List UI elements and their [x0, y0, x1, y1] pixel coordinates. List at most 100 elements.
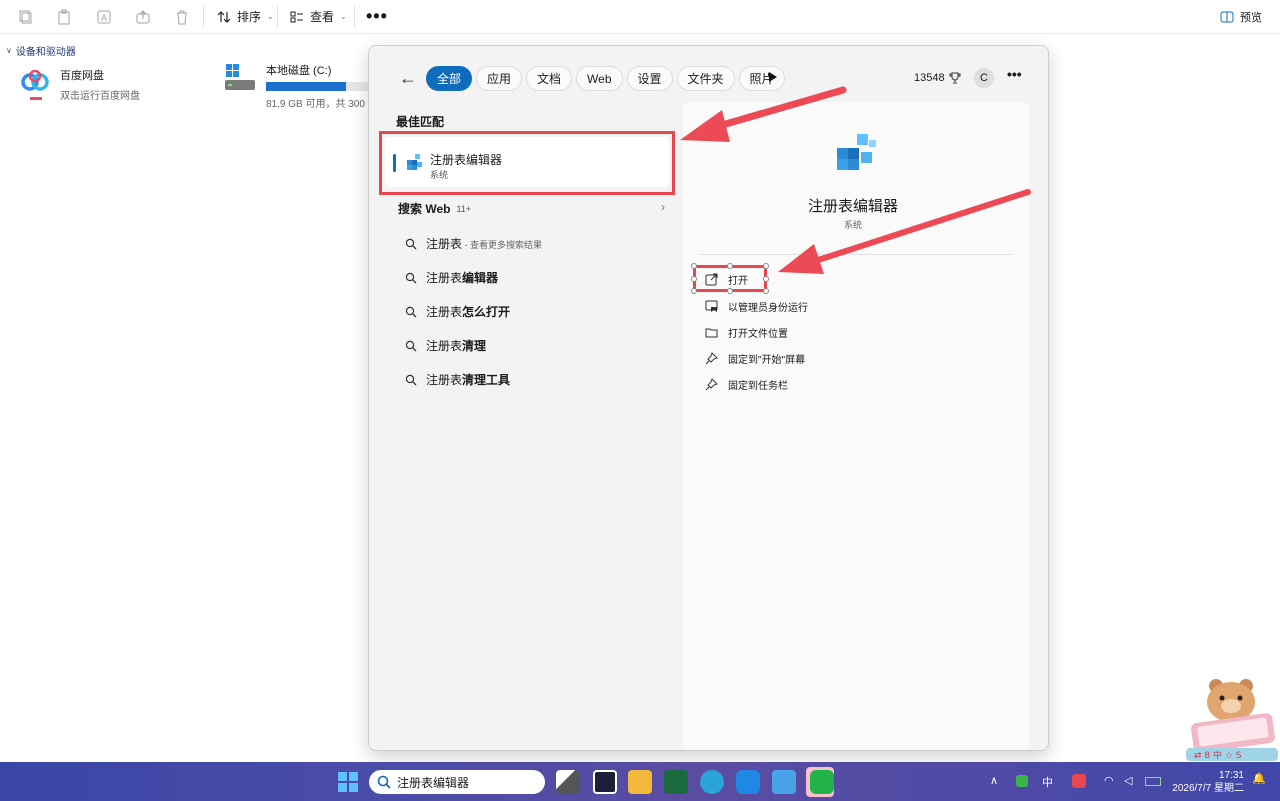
edge-browser-icon[interactable] [700, 770, 724, 794]
view-button[interactable]: 查看 ⌄ [290, 8, 347, 25]
windows-start-button[interactable] [338, 772, 358, 792]
web-suggestion[interactable]: 注册表清理工具 [405, 371, 510, 388]
web-suggestion[interactable]: 注册表怎么打开 [405, 303, 510, 320]
store-app-icon[interactable] [664, 770, 688, 794]
sort-icon [217, 10, 231, 23]
tab-folders[interactable]: 文件夹 [676, 66, 735, 91]
file-explorer-icon[interactable] [628, 770, 652, 794]
svg-text:⇄ 8 中 ☆ S: ⇄ 8 中 ☆ S [1194, 749, 1242, 761]
sogou-ime-icon[interactable] [1072, 774, 1086, 788]
tab-documents[interactable]: 文档 [526, 66, 573, 91]
wechat-icon[interactable] [810, 770, 834, 794]
highlight-box [379, 131, 675, 195]
selection-handle [727, 288, 733, 294]
taskbar: 注册表编辑器 ∧ 中 ◠ ◁ 17:31 2026/7/7 星期二 🔔 [0, 762, 1280, 801]
paste-icon[interactable] [56, 9, 72, 25]
action-label: 固定到任务栏 [728, 381, 788, 392]
action-run-as-admin[interactable]: 以管理员身份运行 [705, 299, 808, 314]
action-pin-to-start[interactable]: 固定到"开始"屏幕 [705, 351, 805, 366]
suggestion-bold: 清理 [462, 339, 487, 353]
suggestion-hint: - 查看更多搜索结果 [462, 240, 543, 250]
result-detail-pane: 注册表编辑器 系统 打开 以管理员身份运行 打开文件位置 固定到"开始"屏幕 固… [683, 102, 1029, 750]
tab-photos[interactable]: 照片 [738, 66, 785, 91]
tray-app-icon[interactable] [1016, 775, 1028, 787]
selection-handle [763, 288, 769, 294]
account-avatar[interactable]: C [974, 68, 994, 88]
points-value: 13548 [914, 72, 945, 84]
suggestion-text: 注册表 [426, 237, 463, 251]
search-icon [405, 374, 417, 385]
tab-all[interactable]: 全部 [426, 66, 473, 91]
back-arrow-icon[interactable]: ← [399, 68, 417, 89]
action-open-file-location[interactable]: 打开文件位置 [705, 325, 788, 340]
devices-group-header[interactable]: ∨ 设备和驱动器 [6, 43, 76, 58]
action-label: 以管理员身份运行 [728, 303, 808, 314]
search-icon [405, 306, 417, 317]
regedit-taskbar-icon[interactable] [772, 770, 796, 794]
suggestion-bold: 编辑器 [462, 271, 499, 285]
search-icon [405, 340, 417, 351]
local-disk-c-item[interactable]: 本地磁盘 (C:) 81.9 GB 可用，共 300 [224, 62, 376, 110]
tab-web[interactable]: Web [576, 66, 623, 91]
search-icon [377, 775, 391, 789]
detail-subtitle: 系统 [843, 220, 862, 230]
web-suggestion[interactable]: 注册表 - 查看更多搜索结果 [405, 235, 542, 252]
sort-button[interactable]: 排序 ⌄ [217, 8, 274, 25]
app-shield-icon[interactable] [593, 770, 617, 794]
tab-settings[interactable]: 设置 [626, 66, 673, 91]
best-match-item[interactable]: 注册表编辑器 系统 [379, 131, 675, 195]
pin-icon [705, 352, 718, 365]
volume-icon[interactable]: ◁ [1124, 774, 1132, 787]
play-more-tabs-icon[interactable] [769, 72, 777, 82]
toolbar-divider [203, 6, 204, 28]
web-suggestion[interactable]: 注册表编辑器 [405, 269, 498, 286]
web-search-heading[interactable]: 搜索 Web 11+ [398, 200, 471, 217]
delete-icon[interactable] [174, 9, 190, 25]
view-label: 查看 [310, 10, 335, 24]
detail-title: 注册表编辑器 [807, 198, 898, 215]
preview-label: 预览 [1240, 12, 1262, 24]
suggestion-bold: 清理工具 [462, 373, 511, 387]
wifi-icon[interactable]: ◠ [1104, 774, 1114, 787]
action-label: 固定到"开始"屏幕 [728, 355, 806, 366]
copy-icon[interactable] [18, 9, 34, 25]
baidu-netdisk-item[interactable]: 百度网盘 双击运行百度网盘 [20, 67, 140, 102]
rename-icon[interactable]: A [96, 9, 112, 25]
flyout-more-button[interactable]: ••• [1007, 66, 1022, 82]
action-pin-to-taskbar[interactable]: 固定到任务栏 [705, 377, 788, 392]
battery-icon[interactable] [1145, 777, 1161, 786]
chevron-down-icon: ⌄ [267, 12, 274, 21]
chevron-right-icon[interactable]: › [661, 200, 665, 214]
folder-icon [705, 328, 718, 338]
search-flyout: ← 全部 应用 文档 Web 设置 文件夹 照片 13548 C ••• 最佳匹… [368, 45, 1049, 751]
clock[interactable]: 17:31 2026/7/7 星期二 [1172, 769, 1244, 795]
trophy-icon [949, 72, 961, 84]
chevron-down-icon: ∨ [6, 46, 12, 55]
svg-text:A: A [101, 13, 107, 23]
notification-bell-icon[interactable]: 🔔 [1252, 772, 1266, 785]
selection-handle [691, 276, 697, 282]
search-filter-tabs: 全部 应用 文档 Web 设置 文件夹 照片 [426, 66, 785, 91]
feather-app-icon[interactable] [736, 770, 760, 794]
preview-button[interactable]: 预览 [1220, 9, 1262, 25]
regedit-large-icon [837, 134, 876, 170]
sort-label: 排序 [237, 10, 262, 24]
web-suggestion[interactable]: 注册表清理 [405, 337, 486, 354]
disk-usage-bar [266, 82, 376, 91]
suggestion-text: 注册表 [426, 339, 463, 353]
tab-apps[interactable]: 应用 [476, 66, 523, 91]
selection-handle [763, 263, 769, 269]
more-options-button[interactable]: ••• [366, 6, 388, 27]
drive-name: 百度网盘 [60, 70, 104, 82]
ime-indicator[interactable]: 中 [1042, 774, 1053, 790]
share-icon[interactable] [135, 9, 151, 25]
bear-mascot-sticker: ⇄ 8 中 ☆ S [1186, 679, 1278, 761]
rewards-points[interactable]: 13548 [914, 72, 961, 84]
chevron-up-icon[interactable]: ∧ [990, 774, 998, 787]
selection-handle [763, 276, 769, 282]
search-icon [405, 238, 417, 249]
task-view-icon[interactable] [556, 770, 580, 794]
action-label: 打开文件位置 [728, 329, 788, 340]
disk-usage-fill [266, 82, 347, 91]
taskbar-search-box[interactable]: 注册表编辑器 [369, 770, 545, 794]
